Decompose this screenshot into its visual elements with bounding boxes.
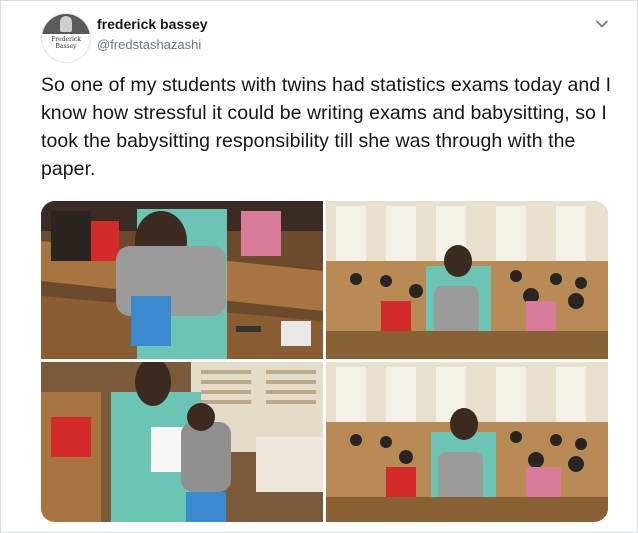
display-name[interactable]: frederick bassey [97,16,208,32]
photo-man-carrying-baby-exam-hall[interactable] [326,201,608,359]
tweet-card: Frederick Bassey frederick bassey @freds… [0,0,638,533]
photo-grid [41,201,608,522]
tweet-text: So one of my students with twins had sta… [41,74,612,180]
chevron-down-icon[interactable] [595,17,609,31]
photo-man-holding-baby-window[interactable] [41,362,323,522]
photo-man-holding-baby-closeup[interactable] [41,201,323,359]
user-handle[interactable]: @fredstashazashi [97,37,201,52]
photo-man-carrying-baby-students-writing[interactable] [326,362,608,522]
avatar[interactable]: Frederick Bassey [41,13,91,63]
avatar-figure [60,16,72,32]
avatar-logo-text: Frederick Bassey [51,36,81,50]
